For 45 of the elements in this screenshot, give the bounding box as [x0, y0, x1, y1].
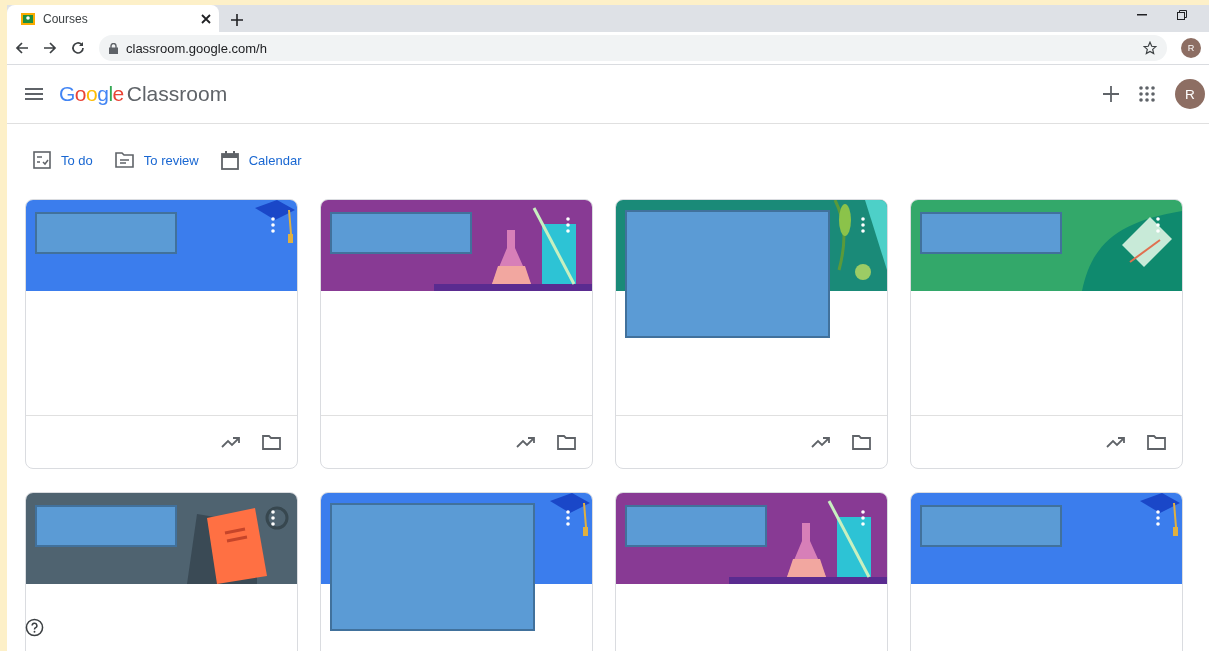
more-options-icon[interactable] [1156, 510, 1160, 526]
trending-up-icon[interactable] [1106, 436, 1125, 448]
lock-icon [109, 42, 118, 54]
close-icon[interactable] [201, 13, 211, 24]
google-classroom-logo[interactable]: GoogleClassroom [59, 82, 228, 106]
url-text: classroom.google.com/h [126, 40, 268, 56]
account-avatar[interactable]: R [1175, 79, 1205, 109]
reload-icon[interactable] [71, 41, 85, 55]
course-card[interactable] [615, 199, 888, 469]
folder-icon[interactable] [262, 434, 281, 450]
new-tab-icon[interactable] [231, 14, 243, 26]
course-card[interactable] [320, 199, 593, 469]
folder-icon[interactable] [557, 434, 576, 450]
nav-link[interactable]: Calendar [220, 150, 302, 170]
apps-grid-icon[interactable] [1139, 86, 1155, 102]
calendar-icon [220, 150, 239, 170]
course-card[interactable] [910, 199, 1183, 469]
trending-up-icon[interactable] [811, 436, 830, 448]
more-options-icon[interactable] [271, 510, 275, 526]
address-bar[interactable]: classroom.google.com/h [99, 35, 1167, 61]
menu-icon[interactable] [25, 88, 43, 100]
classroom-favicon-icon [21, 12, 35, 25]
help-icon[interactable] [25, 618, 44, 637]
nav-link[interactable]: To review [114, 152, 199, 168]
profile-avatar[interactable]: R [1181, 38, 1201, 58]
forward-arrow-icon[interactable] [43, 41, 57, 55]
more-options-icon[interactable] [861, 510, 865, 526]
more-options-icon[interactable] [271, 217, 275, 233]
more-options-icon[interactable] [861, 217, 865, 233]
folder-icon[interactable] [852, 434, 871, 450]
tab-title: Courses [43, 11, 89, 26]
folder-icon [114, 152, 134, 168]
checklist-icon [33, 151, 51, 169]
folder-icon[interactable] [1147, 434, 1166, 450]
back-arrow-icon[interactable] [15, 41, 29, 55]
more-options-icon[interactable] [1156, 217, 1160, 233]
restore-icon[interactable] [1177, 9, 1187, 20]
trending-up-icon[interactable] [516, 436, 535, 448]
star-icon[interactable] [1143, 41, 1157, 55]
nav-link[interactable]: To do [33, 151, 93, 169]
browser-tab[interactable]: Courses [7, 5, 219, 32]
more-options-icon[interactable] [566, 510, 570, 526]
trending-up-icon[interactable] [221, 436, 240, 448]
more-options-icon[interactable] [566, 217, 570, 233]
plus-icon[interactable] [1103, 86, 1119, 102]
